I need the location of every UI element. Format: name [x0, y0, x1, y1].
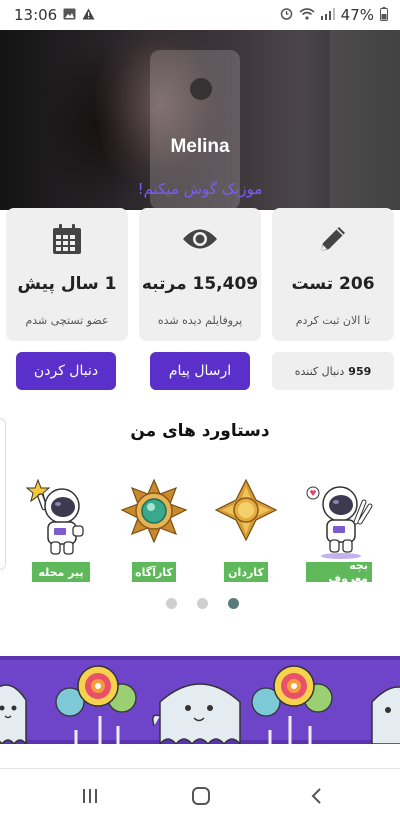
stat-card-profile-views: 15,409 مرتبه پروفایلم دیده شده [139, 208, 261, 341]
page-dot[interactable] [197, 598, 208, 609]
back-icon[interactable] [296, 781, 336, 811]
profile-bio: موزیک گوش میکنم! [137, 180, 263, 198]
stat-label: تا الان ثبت کردم [295, 314, 371, 327]
badge-item[interactable]: بچه معروف [298, 476, 378, 586]
followers-label: دنبال کننده [294, 364, 345, 378]
stat-value: 206 تست [291, 274, 375, 294]
battery-percent: 47% [340, 6, 374, 24]
send-message-button[interactable]: ارسال پیام [150, 352, 250, 390]
alarm-icon [280, 7, 293, 23]
badge-item[interactable]: کارآگاه [114, 476, 194, 586]
system-nav-bar [0, 768, 400, 822]
badge-label: بچه معروف [306, 559, 372, 585]
emerald-medal-icon [114, 476, 194, 560]
decorative-banner [0, 656, 400, 744]
home-icon[interactable] [181, 781, 221, 811]
stat-label: عضو تستچی شدم [25, 314, 109, 327]
ghost-icon [0, 684, 27, 744]
followers-count[interactable]: 959 دنبال کننده [272, 352, 394, 390]
followers-number: 959 [348, 364, 372, 378]
achievements-pagination [166, 598, 239, 609]
recent-apps-icon[interactable] [70, 781, 110, 811]
image-icon [63, 8, 76, 23]
stat-value: 1 سال پیش [17, 274, 117, 294]
eye-icon [139, 222, 261, 256]
page-dot-active[interactable] [228, 598, 239, 609]
warning-icon [82, 8, 95, 23]
follow-button[interactable]: دنبال کردن [16, 352, 116, 390]
status-bar: 13:06 47% [0, 0, 400, 30]
wifi-icon [299, 7, 315, 23]
profile-name: Melina [170, 136, 230, 157]
page-dot[interactable] [166, 598, 177, 609]
astronaut-star-icon [18, 476, 98, 560]
profile-cover: Melina موزیک گوش میکنم! [0, 30, 400, 210]
achievements-title: دستاورد های من [130, 421, 270, 441]
stat-value: 15,409 مرتبه [141, 274, 259, 294]
signal-icon [320, 7, 335, 23]
calendar-icon [6, 222, 128, 256]
stat-card-tests: 206 تست تا الان ثبت کردم [272, 208, 394, 341]
astronaut-peace-icon [298, 476, 378, 560]
badge-label: کاردان [224, 562, 268, 582]
status-time: 13:06 [14, 6, 58, 24]
badge-label: پیر محله [32, 562, 90, 582]
badge-item[interactable]: پیر محله [18, 476, 98, 586]
stat-card-member-since: 1 سال پیش عضو تستچی شدم [6, 208, 128, 341]
badge-item[interactable]: کاردان [206, 476, 286, 586]
battery-icon [380, 6, 388, 24]
cover-photo-camera [190, 78, 212, 100]
stat-label: پروفایلم دیده شده [157, 314, 243, 327]
gold-medal-icon [206, 476, 286, 560]
pencil-icon [272, 222, 394, 256]
badge-label: کارآگاه [132, 562, 176, 582]
